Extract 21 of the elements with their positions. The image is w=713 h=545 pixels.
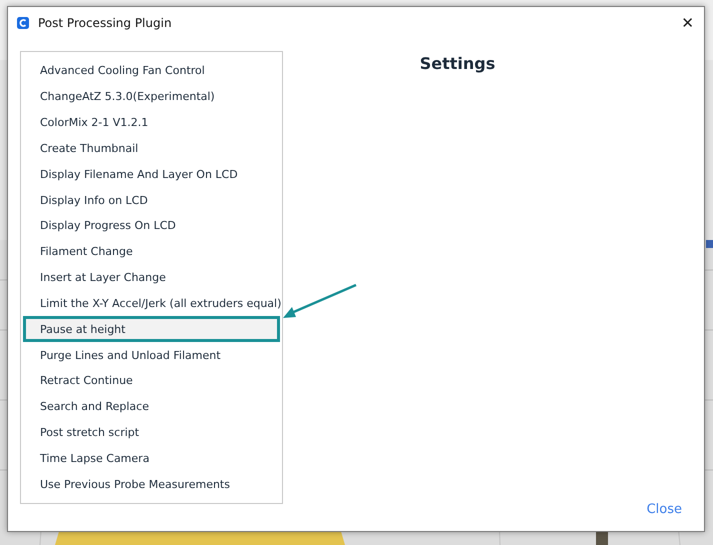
script-item[interactable]: Display Progress On LCD bbox=[23, 212, 280, 239]
script-item[interactable]: Pause at height bbox=[23, 316, 280, 342]
script-item[interactable]: Time Lapse Camera bbox=[23, 445, 280, 472]
script-item[interactable]: ChangeAtZ 5.3.0(Experimental) bbox=[23, 84, 280, 110]
script-item[interactable]: ColorMix 2-1 V1.2.1 bbox=[23, 110, 280, 136]
app-logo-icon bbox=[17, 16, 29, 28]
script-item[interactable]: Purge Lines and Unload Filament bbox=[23, 342, 280, 368]
window-title: Post Processing Plugin bbox=[38, 16, 173, 30]
settings-title: Settings bbox=[420, 54, 496, 73]
script-item[interactable]: Retract Continue bbox=[23, 368, 280, 394]
script-item[interactable]: Display Info on LCD bbox=[23, 187, 280, 213]
close-link[interactable]: Close bbox=[646, 502, 682, 517]
script-item[interactable]: Limit the X-Y Accel/Jerk (all extruders equal) bbox=[23, 290, 280, 316]
script-item[interactable]: Advanced Cooling Fan Control bbox=[23, 58, 280, 84]
script-item[interactable]: Create Thumbnail bbox=[23, 135, 280, 162]
script-item[interactable]: Search and Replace bbox=[23, 394, 280, 420]
script-item[interactable]: Filament Change bbox=[23, 238, 280, 265]
script-item[interactable]: Insert at Layer Change bbox=[23, 264, 280, 290]
script-item[interactable]: Use Previous Probe Measurements bbox=[23, 471, 280, 498]
script-item[interactable]: Display Filename And Layer On LCD bbox=[23, 161, 280, 188]
script-item[interactable]: Post stretch script bbox=[23, 420, 280, 446]
